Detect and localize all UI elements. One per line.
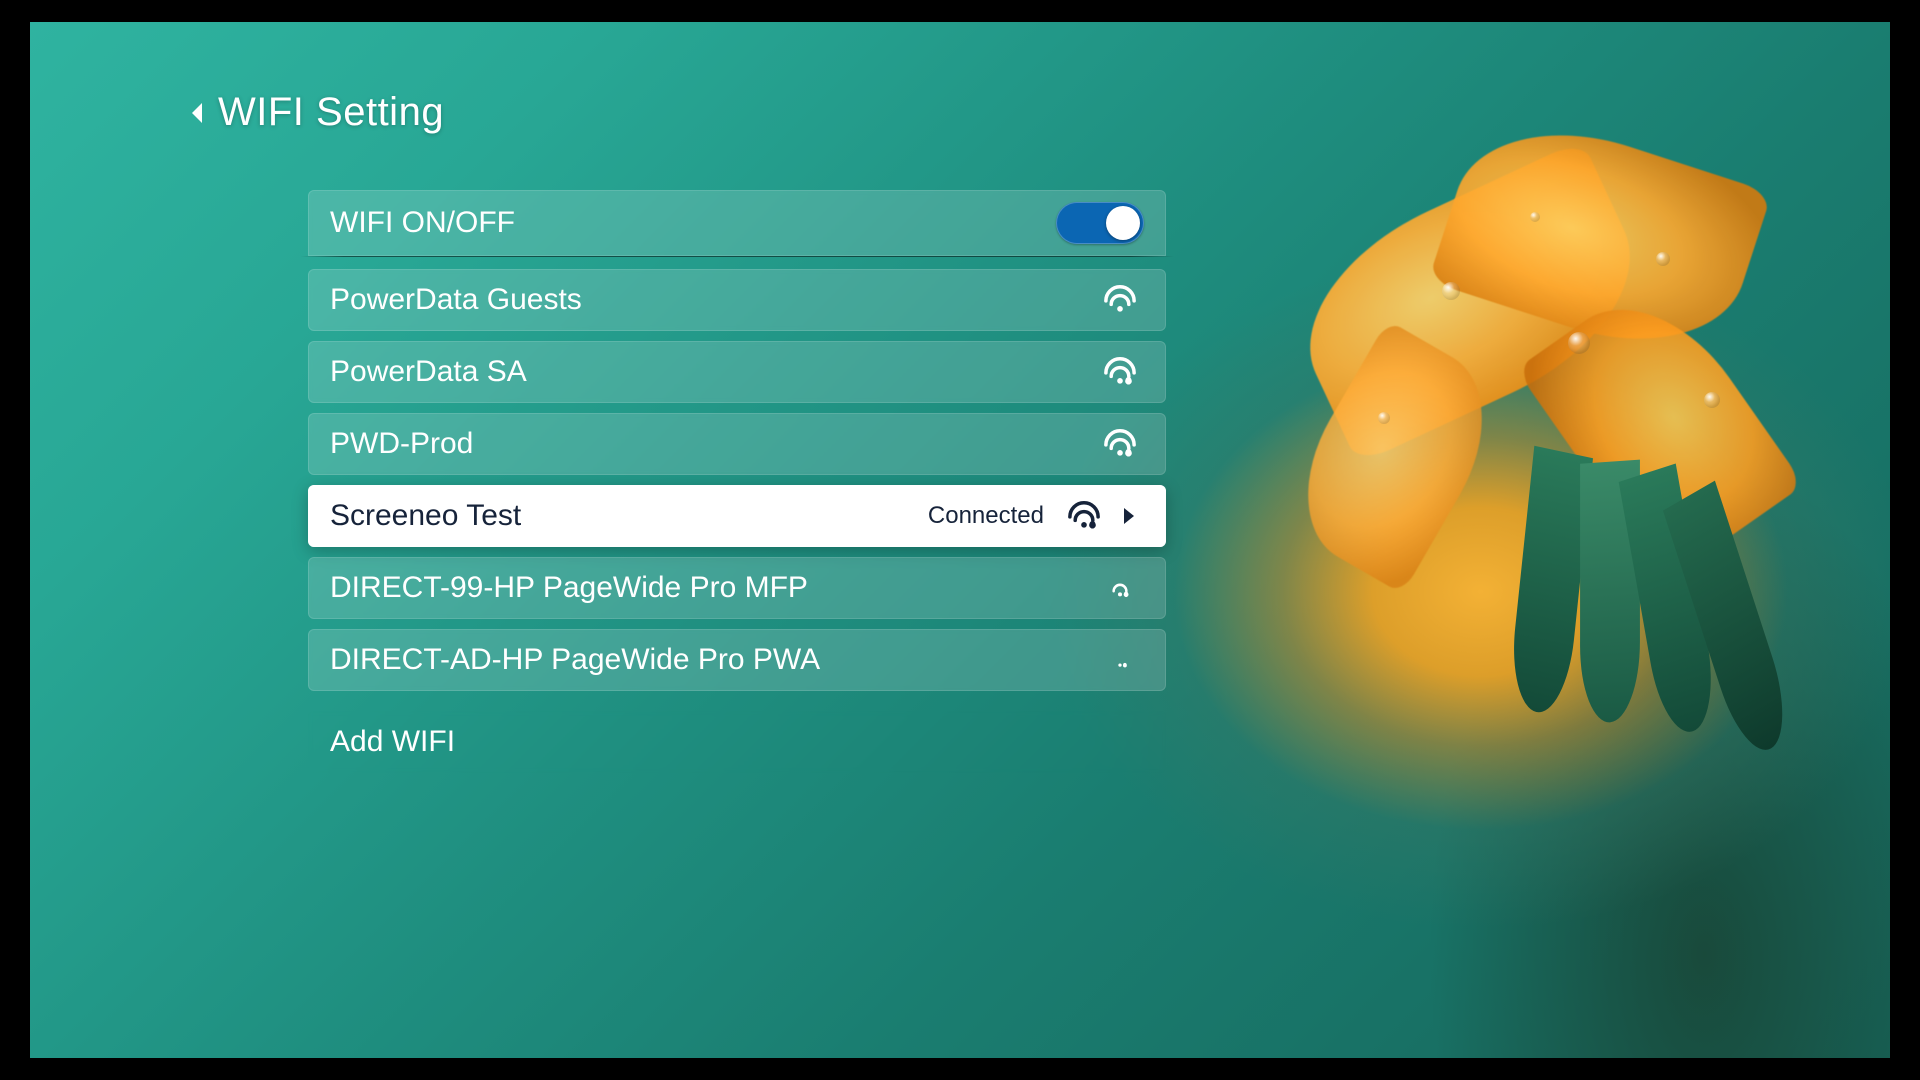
wifi-network-row[interactable]: PWD-Prod xyxy=(308,413,1166,475)
add-wifi-button[interactable]: Add WIFI xyxy=(308,711,1166,773)
row-right-cluster xyxy=(1102,645,1138,675)
wifi-secured-icon xyxy=(1102,357,1138,387)
wifi-network-list: PowerData Guests PowerData SA PWD-Prod Scre… xyxy=(308,269,1166,701)
row-right-cluster xyxy=(1066,501,1138,531)
wifi-secured-icon xyxy=(1102,573,1138,603)
wifi-network-row[interactable]: PowerData SA xyxy=(308,341,1166,403)
screen-frame: WIFI Setting WIFI ON/OFF PowerData Guest… xyxy=(30,22,1890,1058)
decor-waterdrop xyxy=(1378,412,1390,424)
row-right-cluster xyxy=(1102,429,1138,459)
decor-waterdrop xyxy=(1656,252,1670,266)
add-wifi-label: Add WIFI xyxy=(330,725,455,759)
decor-waterdrop xyxy=(1704,392,1720,408)
chevron-right-icon xyxy=(1120,506,1138,526)
page-title: WIFI Setting xyxy=(218,90,444,135)
wifi-secured-icon xyxy=(1102,645,1138,675)
wifi-toggle-switch[interactable] xyxy=(1056,202,1144,244)
wifi-toggle-row[interactable]: WIFI ON/OFF xyxy=(308,190,1166,256)
wifi-status-label: Connected xyxy=(928,502,1044,530)
wifi-ssid-label: Screeneo Test xyxy=(330,499,521,533)
wifi-icon xyxy=(1102,285,1138,315)
decor-waterdrop xyxy=(1442,282,1460,300)
wifi-network-row[interactable]: Screeneo Test Connected xyxy=(308,485,1166,547)
settings-panel: WIFI ON/OFF PowerData Guests PowerData SA… xyxy=(308,190,1166,783)
section-divider xyxy=(300,256,1174,257)
wifi-network-row[interactable]: DIRECT-AD-HP PageWide Pro PWA xyxy=(308,629,1166,691)
row-right-cluster xyxy=(1102,285,1138,315)
wifi-secured-icon xyxy=(1066,501,1102,531)
wifi-ssid-label: PowerData Guests xyxy=(330,283,582,317)
page-header[interactable]: WIFI Setting xyxy=(190,90,444,135)
decor-waterdrop xyxy=(1530,212,1540,222)
wifi-ssid-label: PWD-Prod xyxy=(330,427,473,461)
wifi-ssid-label: DIRECT-AD-HP PageWide Pro PWA xyxy=(330,643,820,677)
wifi-network-row[interactable]: PowerData Guests xyxy=(308,269,1166,331)
decor-waterdrop xyxy=(1568,332,1590,354)
toggle-knob xyxy=(1106,206,1140,240)
wifi-ssid-label: PowerData SA xyxy=(330,355,527,389)
wifi-network-row[interactable]: DIRECT-99-HP PageWide Pro MFP xyxy=(308,557,1166,619)
row-right-cluster xyxy=(1102,573,1138,603)
back-icon xyxy=(190,101,206,125)
wifi-ssid-label: DIRECT-99-HP PageWide Pro MFP xyxy=(330,571,808,605)
wifi-toggle-label: WIFI ON/OFF xyxy=(330,206,515,240)
row-right-cluster xyxy=(1102,357,1138,387)
wifi-secured-icon xyxy=(1102,429,1138,459)
